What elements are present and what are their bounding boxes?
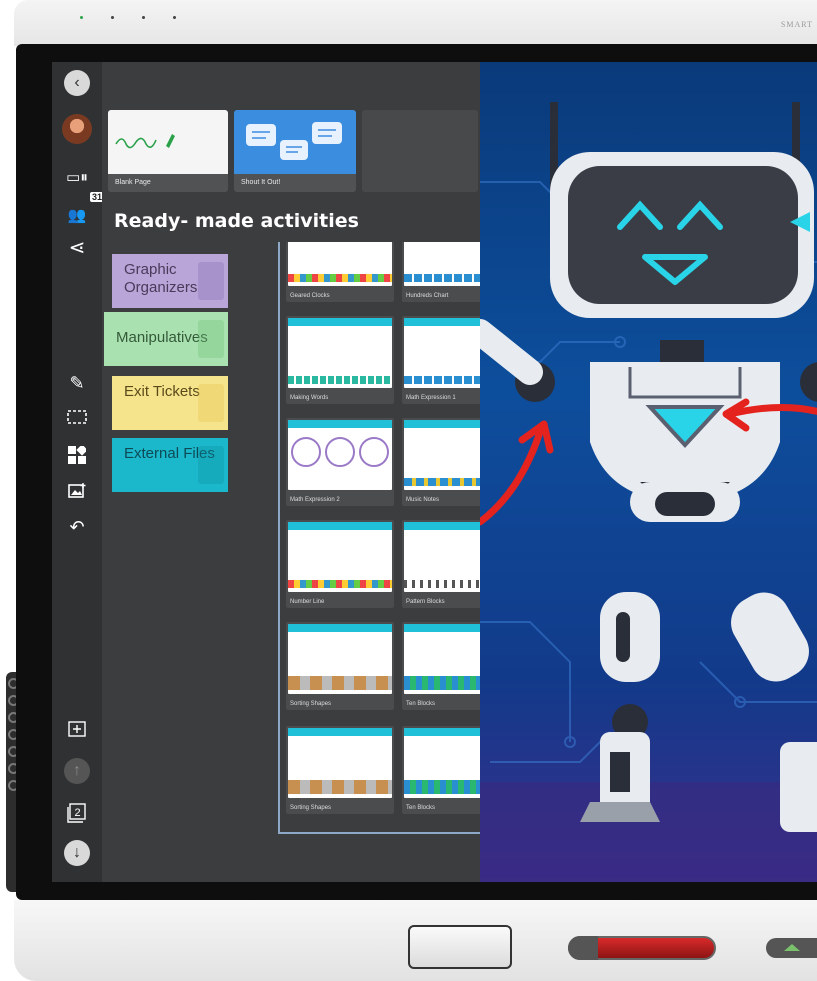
activity-label: Sorting Shapes: [290, 701, 332, 707]
category-manipulatives[interactable]: Manipulatives: [104, 312, 228, 366]
activity-preview: [288, 420, 392, 490]
screen: ‹ ▭⏸ 👥 31 ⋖ ✎ ↶ ↑ 2 ↓ Blank Page Shout I…: [52, 62, 817, 882]
red-pen-tool[interactable]: [568, 936, 716, 960]
widgets-icon[interactable]: [62, 440, 92, 470]
category-exit-tickets[interactable]: Exit Tickets: [112, 376, 228, 430]
activity-label: Ten Blocks: [406, 805, 436, 811]
participants-icon[interactable]: 👥 31: [62, 192, 105, 230]
avatar[interactable]: [62, 114, 92, 144]
activity-label: Math Expression 1: [406, 395, 456, 401]
activity-label: Number Line: [290, 599, 325, 605]
down-icon[interactable]: ↓: [64, 840, 90, 866]
activity-label: Hundreds Chart: [406, 293, 449, 299]
svg-text:2: 2: [74, 807, 80, 819]
green-pen-tool[interactable]: [766, 938, 817, 958]
activity-card[interactable]: Geared Clocks: [286, 242, 394, 302]
activity-card[interactable]: Math Expression 2: [286, 418, 394, 506]
category-label: Graphic Organizers: [124, 261, 198, 296]
select-icon[interactable]: [62, 402, 92, 432]
share-icon[interactable]: ⋖: [62, 232, 92, 262]
category-label: Manipulatives: [116, 329, 208, 346]
activity-preview: [288, 624, 392, 694]
list-icon: [198, 384, 224, 422]
add-image-icon[interactable]: [62, 476, 92, 506]
shout-it-out-preview: [234, 110, 356, 174]
template-blank-page[interactable]: Blank Page: [108, 110, 228, 192]
activity-card[interactable]: Number Line: [286, 520, 394, 608]
file-icon: [198, 446, 224, 484]
activity-label: Geared Clocks: [290, 293, 330, 299]
brand-logo: SMART: [780, 20, 813, 29]
activity-preview: [288, 522, 392, 592]
template-shout-it-out[interactable]: Shout It Out!: [234, 110, 356, 192]
organizer-icon: [198, 262, 224, 300]
eraser-tool[interactable]: [408, 925, 512, 969]
panel-heading: Ready- made activities: [114, 210, 359, 232]
top-bezel: SMART: [14, 0, 817, 46]
activity-label: Math Expression 2: [290, 497, 340, 503]
smart-board-frame: SMART ‹ ▭⏸ 👥 31 ⋖ ✎ ↶ ↑ 2 ↓ Blank Page S…: [0, 0, 817, 981]
pen-icon[interactable]: ✎: [62, 368, 92, 398]
activity-preview: [288, 728, 392, 798]
category-graphic-organizers[interactable]: Graphic Organizers: [112, 254, 228, 308]
sensor-dots: [80, 16, 176, 19]
undo-icon[interactable]: ↶: [62, 512, 92, 542]
activity-preview: [288, 242, 392, 286]
left-toolbar: ‹ ▭⏸ 👥 31 ⋖ ✎ ↶ ↑ 2 ↓: [52, 62, 105, 882]
up-icon[interactable]: ↑: [64, 758, 90, 784]
template-label: Blank Page: [115, 179, 151, 186]
blank-page-preview: [108, 110, 228, 174]
activity-card[interactable]: Sorting Shapes: [286, 622, 394, 710]
add-page-icon[interactable]: [62, 714, 92, 744]
layout-icon[interactable]: ▭⏸: [62, 162, 92, 192]
page-count-icon[interactable]: 2: [62, 798, 92, 828]
activity-label: Music Notes: [406, 497, 440, 503]
back-icon[interactable]: ‹: [64, 70, 90, 96]
category-label: Exit Tickets: [124, 383, 200, 400]
robot-illustration: [480, 62, 817, 882]
cube-icon: [198, 320, 224, 358]
category-external-files[interactable]: External Files: [112, 438, 228, 492]
template-label: Shout It Out!: [241, 179, 281, 186]
activity-label: Sorting Shapes: [290, 805, 332, 811]
activity-card[interactable]: Making Words: [286, 316, 394, 404]
activity-label: Ten Blocks: [406, 701, 436, 707]
activity-preview: [288, 318, 392, 388]
template-empty-slot[interactable]: [362, 110, 478, 192]
activities-panel: Blank Page Shout It Out! Ready- made act…: [102, 62, 524, 882]
activity-label: Pattern Blocks: [406, 599, 445, 605]
activity-card[interactable]: Sorting Shapes: [286, 726, 394, 814]
activity-label: Making Words: [290, 395, 329, 401]
